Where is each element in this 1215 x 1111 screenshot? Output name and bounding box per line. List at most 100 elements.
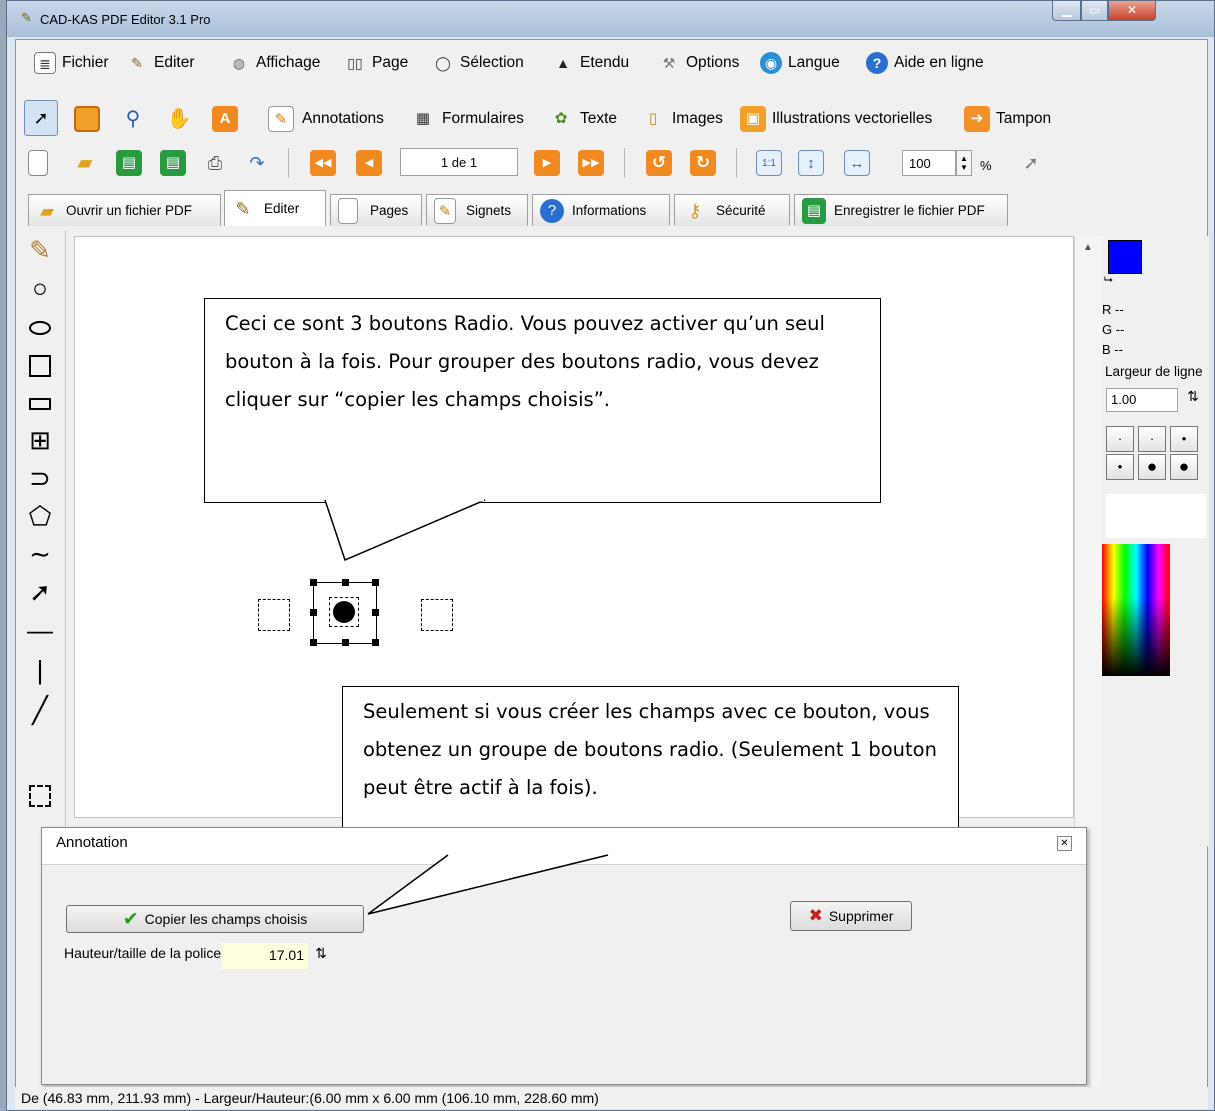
- arrow-tool[interactable]: ➚: [24, 576, 56, 608]
- menu-affichage[interactable]: ◍ Affichage: [228, 50, 320, 76]
- line-width-input[interactable]: 1.00: [1106, 388, 1178, 412]
- line-width-preset-1[interactable]: ·: [1106, 426, 1134, 452]
- last-page-button[interactable]: ▶▶: [578, 148, 604, 178]
- menu-fichier[interactable]: ≣ Fichier: [34, 50, 109, 76]
- selected-radio-field[interactable]: [310, 579, 379, 646]
- curve-tool[interactable]: ∼: [24, 538, 56, 570]
- first-page-button[interactable]: ◀◀: [310, 148, 336, 178]
- font-size-label: Hauteur/taille de la police: [64, 945, 222, 961]
- delete-label: Supprimer: [828, 908, 894, 924]
- resize-handle[interactable]: [342, 639, 349, 646]
- illustrations-button[interactable]: ▣ Illustrations vectorielles: [740, 104, 932, 134]
- font-size-input[interactable]: 17.01: [222, 943, 308, 969]
- pointer-button[interactable]: ➚: [1018, 148, 1044, 178]
- selection-rect-tool[interactable]: [24, 778, 56, 810]
- radio-field-1[interactable]: [258, 599, 290, 631]
- hand-tool-button[interactable]: ✋: [166, 104, 192, 134]
- page-number-field[interactable]: 1 de 1: [400, 148, 518, 176]
- line-width-preset-2[interactable]: ·: [1138, 426, 1166, 452]
- menu-page[interactable]: ▯▯ Page: [344, 50, 408, 76]
- redo-button[interactable]: ↻: [690, 148, 716, 178]
- book-icon: ▯▯: [347, 55, 363, 71]
- zoom-input[interactable]: 100: [902, 150, 956, 176]
- resize-handle[interactable]: [342, 579, 349, 586]
- color-picker-gradient[interactable]: [1102, 544, 1170, 676]
- vertical-line-tool[interactable]: |: [24, 654, 56, 686]
- minimize-button[interactable]: ▁: [1052, 1, 1081, 21]
- text-tool-button[interactable]: A: [212, 104, 238, 134]
- ellipse-tool[interactable]: [24, 310, 56, 342]
- radio-field-3[interactable]: [421, 599, 453, 631]
- zoom-tool-button[interactable]: ⚲: [120, 104, 146, 134]
- print-button[interactable]: ⎙: [202, 148, 228, 178]
- menu-etendu[interactable]: ▲ Etendu: [552, 50, 629, 76]
- menu-selection[interactable]: ◯ Sélection: [432, 50, 524, 76]
- b-value: B --: [1102, 342, 1123, 357]
- callout-top: Ceci ce sont 3 boutons Radio. Vous pouve…: [204, 298, 881, 503]
- open-file-button[interactable]: ▰: [72, 148, 98, 178]
- line-width-preset-3[interactable]: •: [1170, 426, 1198, 452]
- tab-signets[interactable]: ✎ Signets: [426, 194, 528, 226]
- images-button[interactable]: ▯ Images: [640, 104, 723, 134]
- resize-handle[interactable]: [310, 639, 317, 646]
- new-file-button[interactable]: [28, 148, 48, 178]
- texte-button[interactable]: ✿ Texte: [548, 104, 617, 134]
- document-canvas[interactable]: Ceci ce sont 3 boutons Radio. Vous pouve…: [74, 236, 1074, 858]
- bookmark-icon: ✎: [434, 197, 456, 224]
- primary-color-swatch[interactable]: [1108, 240, 1142, 274]
- swap-colors-icon[interactable]: ⮡: [1104, 274, 1113, 287]
- polyline-tool[interactable]: ⊃: [24, 462, 56, 494]
- fit-width-button[interactable]: ↔: [844, 148, 870, 178]
- select-tool-button[interactable]: ➚: [24, 100, 58, 136]
- dialog-close-button[interactable]: ✕: [1057, 836, 1072, 851]
- rectangle-tool[interactable]: [24, 386, 56, 418]
- annotations-button[interactable]: ✎ Annotations: [268, 104, 384, 134]
- resize-handle[interactable]: [372, 579, 379, 586]
- polygon-tool[interactable]: ⬠: [24, 500, 56, 532]
- zoom-actual-size-button[interactable]: 1:1: [756, 148, 782, 178]
- marquee-tool-button[interactable]: [74, 104, 100, 134]
- close-button[interactable]: ✕: [1108, 1, 1156, 21]
- square-icon: [29, 355, 51, 378]
- copy-fields-button[interactable]: ✔ Copier les champs choisis: [66, 905, 364, 933]
- previous-page-button[interactable]: ◀: [356, 148, 382, 178]
- menu-options[interactable]: ⚒ Options: [658, 50, 740, 76]
- tampon-button[interactable]: ➔ Tampon: [964, 104, 1051, 134]
- line-width-spinner[interactable]: ⇅: [1182, 388, 1204, 412]
- save-as-button[interactable]: ▤: [160, 148, 186, 178]
- tab-informations[interactable]: ? Informations: [532, 194, 670, 226]
- font-size-spinner[interactable]: ⇅: [310, 945, 332, 969]
- square-tool[interactable]: [24, 348, 56, 380]
- tab-ouvrir[interactable]: ▰ Ouvrir un fichier PDF: [28, 194, 221, 226]
- formulaires-button[interactable]: ▦ Formulaires: [410, 104, 524, 134]
- brush-tool[interactable]: ✎: [24, 234, 56, 266]
- resize-handle[interactable]: [372, 639, 379, 646]
- line-width-preset-4[interactable]: •: [1106, 454, 1134, 480]
- tab-securite[interactable]: ⚷ Sécurité: [674, 194, 790, 226]
- rotate-button[interactable]: ↷: [244, 148, 270, 178]
- resize-handle[interactable]: [310, 609, 317, 616]
- tab-editer[interactable]: ✎ Editer: [224, 190, 326, 226]
- undo-button[interactable]: ↺: [646, 148, 672, 178]
- circle-tool[interactable]: ○: [24, 272, 56, 304]
- line-width-preset-6[interactable]: ●: [1170, 454, 1198, 480]
- diagonal-line-tool[interactable]: ╱: [24, 694, 56, 726]
- next-page-button[interactable]: ▶: [534, 148, 560, 178]
- zoom-spinner[interactable]: ▲ ▼: [956, 150, 972, 176]
- resize-handle[interactable]: [372, 609, 379, 616]
- tab-pages[interactable]: Pages: [330, 194, 422, 226]
- save-button[interactable]: ▤: [116, 148, 142, 178]
- page-number-value: 1 de 1: [440, 154, 478, 170]
- table-tool[interactable]: ⊞: [24, 424, 56, 456]
- tab-enregistrer[interactable]: ▤ Enregistrer le fichier PDF: [794, 194, 1008, 226]
- maximize-button[interactable]: ▭: [1081, 1, 1108, 21]
- menu-langue[interactable]: ◉ Langue: [760, 50, 840, 76]
- dashed-rectangle-icon: [29, 785, 51, 808]
- fit-height-button[interactable]: ↕: [798, 148, 824, 178]
- horizontal-line-tool[interactable]: —: [24, 614, 56, 646]
- delete-button[interactable]: ✖ Supprimer: [790, 901, 912, 931]
- menu-aide[interactable]: ? Aide en ligne: [866, 50, 984, 76]
- line-width-preset-5[interactable]: ●: [1138, 454, 1166, 480]
- resize-handle[interactable]: [310, 579, 317, 586]
- menu-editer[interactable]: ✎ Editer: [126, 50, 194, 76]
